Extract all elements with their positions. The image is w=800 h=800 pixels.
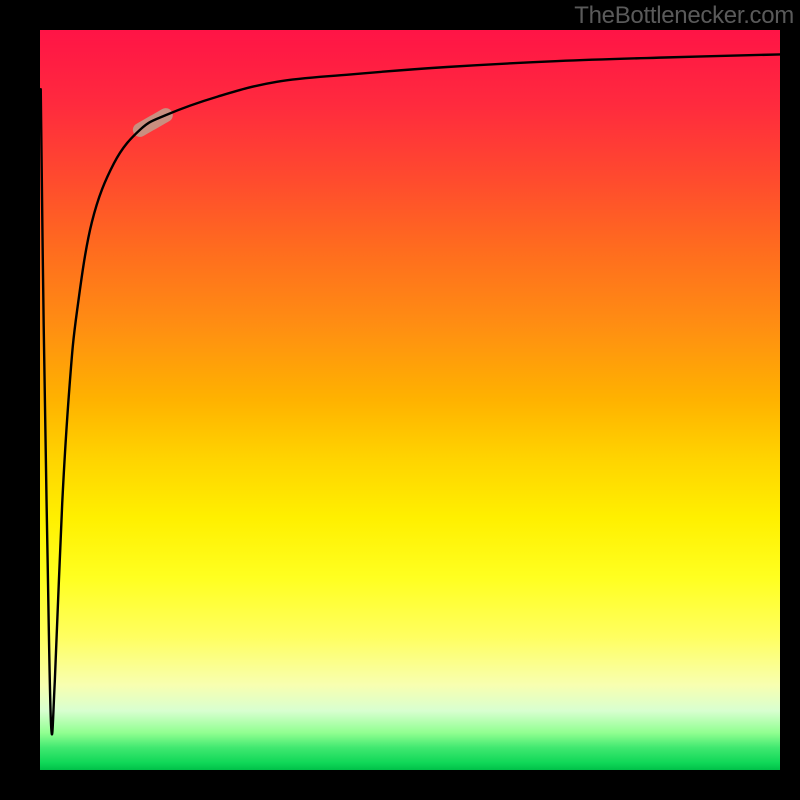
watermark-text: TheBottlenecker.com	[574, 2, 794, 30]
curve-layer	[40, 30, 780, 770]
bottleneck-curve	[41, 54, 780, 734]
chart-frame: TheBottlenecker.com	[0, 0, 800, 800]
